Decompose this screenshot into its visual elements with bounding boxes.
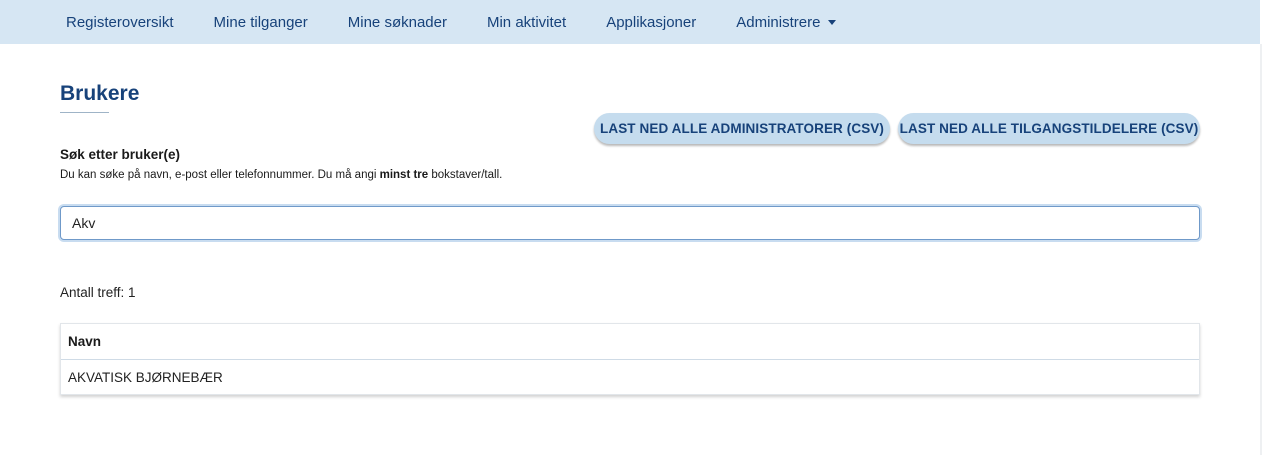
table-header-name: Navn	[61, 324, 1199, 360]
download-granters-csv-button[interactable]: LAST NED ALLE TILGANGSTILDELERE (CSV)	[898, 113, 1200, 144]
title-underline	[60, 112, 109, 113]
search-help-prefix: Du kan søke på navn, e-post eller telefo…	[60, 169, 380, 181]
search-help-text: Du kan søke på navn, e-post eller telefo…	[60, 169, 502, 181]
nav-item-administrere[interactable]: Administrere	[716, 14, 856, 31]
nav-item-mine-tilganger[interactable]: Mine tilganger	[194, 14, 328, 31]
search-help-bold: minst tre	[379, 169, 429, 181]
result-count: Antall treff: 1	[60, 285, 136, 300]
nav-item-registeroversikt[interactable]: Registeroversikt	[46, 14, 194, 31]
search-label: Søk etter bruker(e)	[60, 147, 181, 162]
top-navigation: Registeroversikt Mine tilganger Mine søk…	[0, 0, 1260, 44]
page: Registeroversikt Mine tilganger Mine søk…	[0, 0, 1262, 455]
table-row[interactable]: AKVATISK BJØRNEBÆR	[61, 360, 1199, 395]
nav-item-min-aktivitet[interactable]: Min aktivitet	[467, 14, 586, 31]
nav-item-administrere-label: Administrere	[736, 13, 821, 31]
nav-item-mine-soknader[interactable]: Mine søknader	[328, 14, 467, 31]
nav-item-applikasjoner[interactable]: Applikasjoner	[586, 14, 716, 31]
user-search-input[interactable]	[60, 206, 1200, 240]
download-admins-csv-button[interactable]: LAST NED ALLE ADMINISTRATORER (CSV)	[594, 113, 890, 144]
search-help-suffix: bokstaver/tall.	[428, 169, 503, 181]
caret-down-icon	[828, 19, 837, 25]
results-table: Navn AKVATISK BJØRNEBÆR	[60, 323, 1200, 395]
page-title: Brukere	[60, 82, 140, 105]
